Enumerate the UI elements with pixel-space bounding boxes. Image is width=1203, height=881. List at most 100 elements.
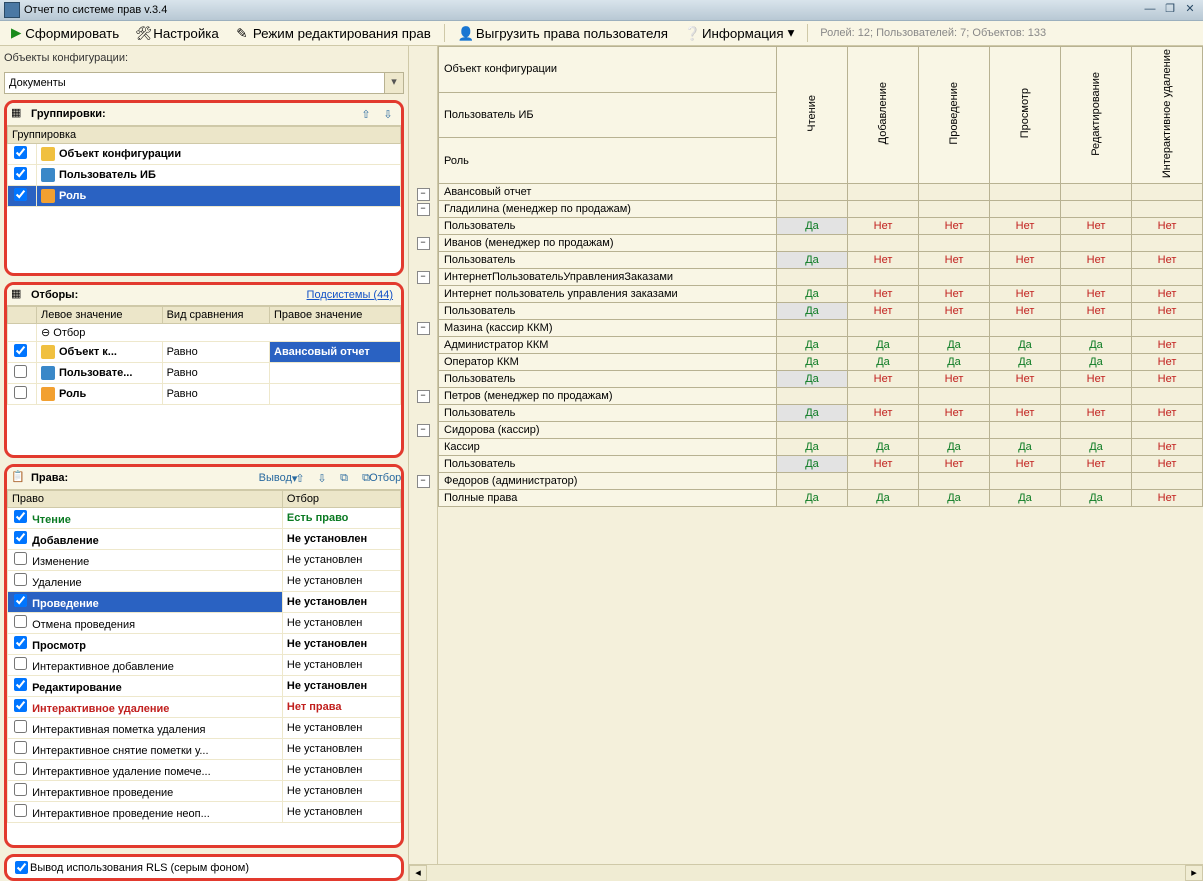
grouping-row[interactable]: Объект конфигурации	[8, 144, 401, 165]
outline-toggle[interactable]: −	[417, 203, 430, 216]
right-row[interactable]: ДобавлениеНе установлен	[8, 529, 401, 550]
rights-down-button[interactable]	[313, 469, 331, 487]
grouping-checkbox[interactable]	[14, 167, 27, 180]
right-checkbox[interactable]	[14, 615, 27, 628]
report-row[interactable]: ИнтернетПользовательУправленияЗаказами	[439, 269, 1203, 286]
settings-button[interactable]: 🛠Настройка	[128, 23, 226, 43]
close-button[interactable]: ✕	[1181, 3, 1199, 17]
filter-row[interactable]: РольРавно	[8, 384, 401, 405]
report-row[interactable]: Администратор ККМДаДаДаДаДаНет	[439, 337, 1203, 354]
scroll-right-button[interactable]: ▸	[1185, 865, 1203, 881]
form-report-button[interactable]: ▶Сформировать	[4, 23, 126, 43]
outline-toggle[interactable]: −	[417, 237, 430, 250]
right-row[interactable]: Отмена проведенияНе установлен	[8, 613, 401, 634]
move-up-button[interactable]	[357, 105, 375, 123]
right-checkbox[interactable]	[14, 699, 27, 712]
outline-toggle[interactable]: −	[417, 188, 430, 201]
grouping-checkbox[interactable]	[14, 188, 27, 201]
right-row[interactable]: Интерактивное удалениеНет права	[8, 697, 401, 718]
report-row[interactable]: Авансовый отчет	[439, 184, 1203, 201]
report-row[interactable]: Сидорова (кассир)	[439, 422, 1203, 439]
report-row[interactable]: Мазина (кассир ККМ)	[439, 320, 1203, 337]
right-checkbox[interactable]	[14, 762, 27, 775]
right-row[interactable]: Интерактивное проведение неоп...Не устан…	[8, 802, 401, 823]
right-checkbox[interactable]	[14, 783, 27, 796]
outline-toggle[interactable]: −	[417, 424, 430, 437]
filter-checkbox[interactable]	[14, 386, 27, 399]
filter-row[interactable]: Пользовате...Равно	[8, 363, 401, 384]
report-row[interactable]: Гладилина (менеджер по продажам)	[439, 201, 1203, 218]
info-dropdown[interactable]: ❔Информация ▾	[677, 23, 801, 43]
objects-combo[interactable]: ▾	[4, 72, 404, 94]
filter-right[interactable]	[270, 384, 401, 405]
scroll-left-button[interactable]: ◂	[409, 865, 427, 881]
copy-button[interactable]	[335, 469, 353, 487]
export-user-rights-button[interactable]: 👤Выгрузить права пользователя	[451, 23, 675, 43]
right-row[interactable]: ПроведениеНе установлен	[8, 592, 401, 613]
report-row[interactable]: Иванов (менеджер по продажам)	[439, 235, 1203, 252]
move-down-button[interactable]	[379, 105, 397, 123]
right-checkbox[interactable]	[14, 804, 27, 817]
output-dropdown[interactable]: Вывод ▾	[269, 469, 287, 487]
report-row[interactable]: ПользовательДаНетНетНетНетНет	[439, 456, 1203, 473]
right-checkbox[interactable]	[14, 636, 27, 649]
report-row[interactable]: ПользовательДаНетНетНетНетНет	[439, 252, 1203, 269]
right-checkbox[interactable]	[14, 678, 27, 691]
right-checkbox[interactable]	[14, 552, 27, 565]
filter-checkbox[interactable]	[14, 365, 27, 378]
rls-checkbox-row[interactable]: Вывод использования RLS (серым фоном)	[4, 854, 404, 881]
row-label: Мазина (кассир ККМ)	[439, 320, 777, 337]
report-scroll[interactable]: Объект конфигурацииЧтениеДобавлениеПрове…	[438, 46, 1203, 864]
report-row[interactable]: Петров (менеджер по продажам)	[439, 388, 1203, 405]
perm-cell: Да	[848, 439, 919, 456]
right-row[interactable]: ИзменениеНе установлен	[8, 550, 401, 571]
report-row[interactable]: КассирДаДаДаДаДаНет	[439, 439, 1203, 456]
right-checkbox[interactable]	[14, 573, 27, 586]
report-row[interactable]: ПользовательДаНетНетНетНетНет	[439, 303, 1203, 320]
filter-right[interactable]: Авансовый отчет	[270, 342, 401, 363]
right-row[interactable]: Интерактивное удаление помече...Не устан…	[8, 760, 401, 781]
subsystems-link[interactable]: Подсистемы (44)	[307, 289, 397, 301]
minimize-button[interactable]: —	[1141, 3, 1159, 17]
right-row[interactable]: ПросмотрНе установлен	[8, 634, 401, 655]
right-checkbox[interactable]	[14, 657, 27, 670]
h-scrollbar[interactable]: ◂ ▸	[409, 864, 1203, 881]
filter-right[interactable]	[270, 363, 401, 384]
right-checkbox[interactable]	[14, 531, 27, 544]
edit-mode-button[interactable]: ✎Режим редактирования прав	[228, 23, 438, 43]
right-row[interactable]: ЧтениеЕсть право	[8, 508, 401, 529]
rights-up-button[interactable]	[291, 469, 309, 487]
filter-root[interactable]: ⊖ Отбор	[37, 324, 401, 342]
right-row[interactable]: Интерактивная пометка удаленияНе установ…	[8, 718, 401, 739]
report-row[interactable]: Оператор ККМДаДаДаДаДаНет	[439, 354, 1203, 371]
chevron-down-icon[interactable]: ▾	[384, 73, 403, 93]
objects-combo-input[interactable]	[5, 73, 384, 93]
right-row[interactable]: Интерактивное снятие пометки у...Не уста…	[8, 739, 401, 760]
grouping-row[interactable]: Пользователь ИБ	[8, 165, 401, 186]
outline-toggle[interactable]: −	[417, 390, 430, 403]
report-row[interactable]: ПользовательДаНетНетНетНетНет	[439, 218, 1203, 235]
restore-button[interactable]: ❐	[1161, 3, 1179, 17]
filter-dropdown[interactable]: Отбор ▾	[379, 469, 397, 487]
right-checkbox[interactable]	[14, 720, 27, 733]
rls-checkbox[interactable]	[15, 861, 28, 874]
report-row[interactable]: Интернет пользователь управления заказам…	[439, 286, 1203, 303]
grouping-checkbox[interactable]	[14, 146, 27, 159]
outline-toggle[interactable]: −	[417, 322, 430, 335]
outline-toggle[interactable]: −	[417, 271, 430, 284]
filter-row[interactable]: Объект к...РавноАвансовый отчет	[8, 342, 401, 363]
right-checkbox[interactable]	[14, 741, 27, 754]
right-row[interactable]: Интерактивное добавлениеНе установлен	[8, 655, 401, 676]
outline-toggle[interactable]: −	[417, 475, 430, 488]
report-row[interactable]: ПользовательДаНетНетНетНетНет	[439, 405, 1203, 422]
report-row[interactable]: Федоров (администратор)	[439, 473, 1203, 490]
right-row[interactable]: УдалениеНе установлен	[8, 571, 401, 592]
right-row[interactable]: Интерактивное проведениеНе установлен	[8, 781, 401, 802]
filter-checkbox[interactable]	[14, 344, 27, 357]
report-row[interactable]: ПользовательДаНетНетНетНетНет	[439, 371, 1203, 388]
report-row[interactable]: Полные праваДаДаДаДаДаНет	[439, 490, 1203, 507]
right-checkbox[interactable]	[14, 594, 27, 607]
right-checkbox[interactable]	[14, 510, 27, 523]
right-row[interactable]: РедактированиеНе установлен	[8, 676, 401, 697]
grouping-row[interactable]: Роль	[8, 186, 401, 207]
